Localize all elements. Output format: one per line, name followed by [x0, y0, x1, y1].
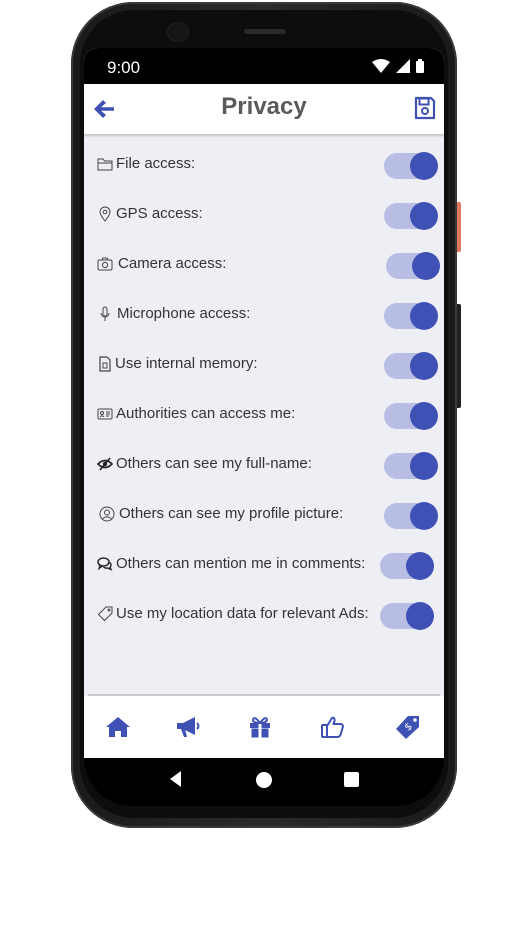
user-circle-icon	[99, 506, 115, 522]
home-icon[interactable]	[104, 714, 132, 740]
internal-memory-toggle[interactable]	[384, 350, 438, 380]
setting-label: Others can see my profile picture:	[119, 505, 344, 522]
setting-label: GPS access:	[116, 205, 203, 222]
thumbs-up-icon[interactable]	[319, 714, 347, 740]
earpiece-speaker	[244, 29, 286, 34]
power-button	[457, 202, 461, 252]
full-name-toggle[interactable]	[384, 450, 438, 480]
system-recents-button[interactable]	[344, 772, 359, 787]
setting-label: Authorities can access me:	[116, 405, 296, 422]
location-pin-icon	[99, 206, 111, 222]
price-tag-icon[interactable]: $	[394, 714, 422, 740]
page-title: Privacy	[221, 93, 307, 120]
setting-row-profile-picture: Others can see my profile picture:	[84, 490, 444, 540]
camera-access-toggle[interactable]	[386, 250, 440, 280]
eye-slash-icon	[97, 457, 113, 471]
front-camera	[168, 23, 188, 41]
memory-file-icon	[99, 356, 111, 372]
megaphone-icon[interactable]	[174, 714, 202, 740]
comments-icon	[97, 557, 113, 571]
setting-row-camera-access: Camera access:	[84, 240, 444, 290]
signal-icon	[396, 59, 410, 73]
setting-label: File access:	[116, 155, 196, 172]
status-bar: 9:00	[84, 48, 444, 84]
folder-icon	[97, 158, 113, 171]
setting-row-authorities: Authorities can access me:	[84, 390, 444, 440]
battery-icon	[416, 59, 424, 73]
profile-picture-toggle[interactable]	[384, 500, 438, 530]
id-card-icon	[97, 408, 113, 420]
setting-label: Others can see my full-name:	[116, 455, 312, 472]
status-icons	[372, 59, 424, 73]
microphone-icon	[100, 306, 110, 321]
setting-label: Others can mention me in comments:	[116, 555, 366, 572]
setting-row-gps-access: GPS access:	[84, 190, 444, 240]
gift-icon[interactable]	[246, 714, 274, 740]
setting-label: Camera access:	[118, 255, 227, 272]
file-access-toggle[interactable]	[384, 150, 438, 180]
mentions-toggle[interactable]	[380, 550, 434, 580]
app-bar: Privacy	[84, 84, 444, 134]
setting-row-file-access: File access:	[84, 140, 444, 190]
setting-row-full-name: Others can see my full-name:	[84, 440, 444, 490]
camera-icon	[97, 257, 113, 271]
setting-row-location-ads: Use my location data for relevant Ads:	[84, 590, 444, 640]
bottom-navigation: $	[84, 696, 444, 758]
setting-row-microphone-access: Microphone access:	[84, 290, 444, 340]
gps-access-toggle[interactable]	[384, 200, 438, 230]
screen: 9:00 Privacy File access: GPS access: Ca…	[84, 48, 444, 758]
location-ads-toggle[interactable]	[380, 600, 434, 630]
system-back-icon[interactable]	[170, 771, 182, 787]
wifi-icon	[372, 59, 390, 73]
setting-label: Use my location data for relevant Ads:	[116, 605, 369, 622]
microphone-access-toggle[interactable]	[384, 300, 438, 330]
save-icon[interactable]	[414, 96, 436, 120]
volume-button	[457, 304, 461, 408]
setting-row-mentions: Others can mention me in comments:	[84, 540, 444, 590]
system-navigation-bar	[84, 758, 444, 806]
tag-icon	[97, 606, 113, 622]
setting-row-internal-memory: Use internal memory:	[84, 340, 444, 390]
setting-label: Use internal memory:	[115, 355, 258, 372]
system-home-button[interactable]	[256, 772, 272, 788]
status-time: 9:00	[107, 58, 141, 77]
authorities-access-toggle[interactable]	[384, 400, 438, 430]
setting-label: Microphone access:	[117, 305, 251, 322]
